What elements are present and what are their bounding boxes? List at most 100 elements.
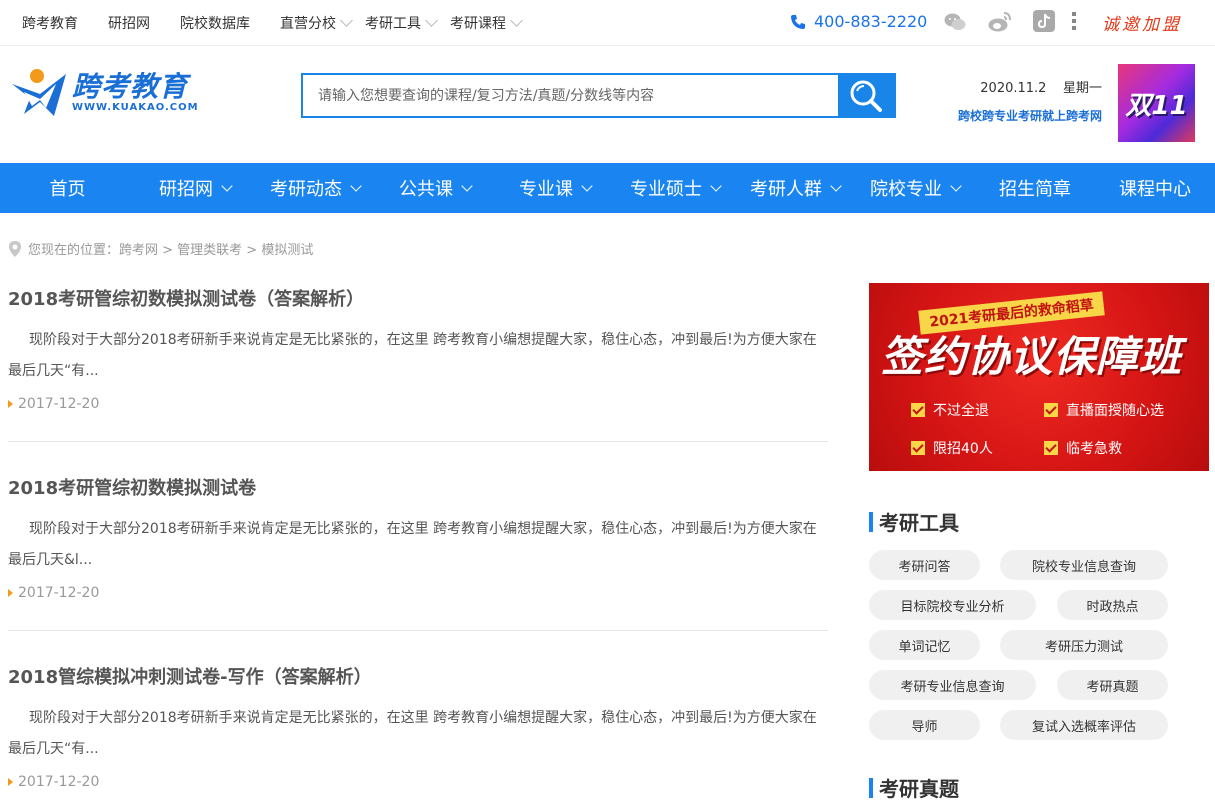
tool-tag[interactable]: 考研真题 <box>1057 670 1168 700</box>
tool-tag[interactable]: 导师 <box>869 710 980 740</box>
double11-promo-banner[interactable]: 双11 <box>1118 64 1195 142</box>
nav-admissions[interactable]: 招生简章 <box>975 163 1095 213</box>
kuakao-logo-icon <box>12 69 66 116</box>
top-nav-courses[interactable]: 考研课程 <box>450 13 523 33</box>
weibo-icon[interactable] <box>987 10 1013 34</box>
phone-contact[interactable]: 400-883-2220 <box>790 12 927 31</box>
banner-feature-text: 不过全退 <box>933 403 989 419</box>
nav-schools-label: 院校专业 <box>870 179 942 200</box>
article-summary: 现阶段对于大部分2018考研新手来说肯定是无比紧张的，在这里 跨考教育小编想提醒… <box>8 710 817 757</box>
chevron-down-icon <box>221 179 233 192</box>
article-title[interactable]: 2018考研管综初数模拟测试卷 <box>8 474 828 500</box>
divider <box>8 441 828 442</box>
zhenti-section-title: 考研真题 <box>869 773 959 802</box>
wechat-icon[interactable] <box>943 10 967 34</box>
tool-tag[interactable]: 考研压力测试 <box>1000 630 1168 660</box>
top-nav-courses-label: 考研课程 <box>450 16 506 32</box>
article-title[interactable]: 2018管综模拟冲刺测试卷-写作（答案解析） <box>8 663 828 689</box>
article-date-text: 2017-12-20 <box>18 396 100 412</box>
phone-icon <box>791 14 805 29</box>
article-title[interactable]: 2018考研管综初数模拟测试卷（答案解析） <box>8 285 828 311</box>
tool-tag[interactable]: 复试入选概率评估 <box>1000 710 1168 740</box>
article-summary: 现阶段对于大部分2018考研新手来说肯定是无比紧张的，在这里 跨考教育小编想提醒… <box>8 521 817 568</box>
chevron-down-icon <box>340 14 353 27</box>
checkbox-icon <box>1044 403 1058 417</box>
triangle-bullet-icon <box>8 778 13 786</box>
nav-admissions-label: 招生简章 <box>999 179 1071 200</box>
banner-feature: 直播面授随心选 <box>1044 400 1164 420</box>
date-value: 2020.11.2 <box>980 81 1047 96</box>
banner-headline: 签约协议保障班 <box>881 332 1183 381</box>
double11-promo-text: 双11 <box>1125 90 1188 121</box>
tools-title-text: 考研工具 <box>879 511 959 535</box>
banner-feature: 不过全退 <box>911 400 989 420</box>
date-box: 2020.11.2 星期一 跨校跨专业考研就上跨考网 <box>947 77 1102 124</box>
site-slogan: 跨校跨专业考研就上跨考网 <box>957 109 1102 123</box>
article-item: 2018管综模拟冲刺测试卷-写作（答案解析） 现阶段对于大部分2018考研新手来… <box>8 663 828 790</box>
douyin-icon[interactable] <box>1033 10 1055 32</box>
tool-tag[interactable]: 时政热点 <box>1057 590 1168 620</box>
nav-news[interactable]: 考研动态 <box>255 163 375 213</box>
chevron-down-icon <box>461 179 473 192</box>
search-icon <box>850 80 882 112</box>
chevron-down-icon <box>581 179 593 192</box>
nav-yanzhao[interactable]: 研招网 <box>135 163 255 213</box>
nav-course-center[interactable]: 课程中心 <box>1095 163 1215 213</box>
top-nav-tools[interactable]: 考研工具 <box>365 13 438 33</box>
nav-course-center-label: 课程中心 <box>1119 179 1191 200</box>
article-date-text: 2017-12-20 <box>18 585 100 601</box>
banner-feature-text: 限招40人 <box>933 441 993 457</box>
location-pin-icon <box>9 240 21 257</box>
tools-section-title: 考研工具 <box>869 507 959 536</box>
top-nav: 跨考教育 研招网 院校数据库 直营分校 考研工具 考研课程 <box>22 0 535 46</box>
nav-public-courses[interactable]: 公共课 <box>375 163 495 213</box>
search-button[interactable] <box>838 75 894 116</box>
nav-home[interactable]: 首页 <box>0 163 135 213</box>
main-nav: 首页 研招网 考研动态 公共课 专业课 专业硕士 考研人群 院校专业 招生简章 … <box>0 163 1215 213</box>
nav-major-courses[interactable]: 专业课 <box>495 163 615 213</box>
nav-home-label: 首页 <box>49 179 86 200</box>
triangle-bullet-icon <box>8 400 13 408</box>
logo-url: WWW.KUAKAO.COM <box>72 101 199 113</box>
nav-schools[interactable]: 院校专业 <box>855 163 975 213</box>
divider <box>8 630 828 631</box>
nav-news-label: 考研动态 <box>270 179 342 200</box>
title-accent-bar <box>869 777 873 798</box>
nav-groups[interactable]: 考研人群 <box>735 163 855 213</box>
triangle-bullet-icon <box>8 589 13 597</box>
chevron-down-icon <box>350 179 362 192</box>
top-nav-branches-label: 直营分校 <box>280 16 336 32</box>
top-nav-kuakao[interactable]: 跨考教育 <box>22 13 78 33</box>
top-nav-database[interactable]: 院校数据库 <box>180 13 250 33</box>
chevron-down-icon <box>425 14 438 27</box>
search-input[interactable] <box>303 75 838 116</box>
guarantee-class-banner[interactable]: 2021考研最后的救命稻草 签约协议保障班 不过全退 直播面授随心选 限招40人… <box>869 283 1209 471</box>
zhenti-title-text: 考研真题 <box>879 777 959 801</box>
chevron-down-icon <box>950 179 962 192</box>
nav-professional-master-label: 专业硕士 <box>630 179 702 200</box>
tool-tag[interactable]: 单词记忆 <box>869 630 980 660</box>
tool-tag[interactable]: 考研专业信息查询 <box>869 670 1036 700</box>
breadcrumb: 您现在的位置：跨考网 > 管理类联考 > 模拟测试 <box>8 239 313 258</box>
current-date: 2020.11.2 星期一 <box>947 77 1102 96</box>
breadcrumb-text[interactable]: 您现在的位置：跨考网 > 管理类联考 > 模拟测试 <box>28 239 313 258</box>
phone-number: 400-883-2220 <box>814 12 928 31</box>
banner-feature: 临考急救 <box>1044 438 1122 458</box>
site-logo[interactable]: 跨考教育 WWW.KUAKAO.COM <box>10 66 199 118</box>
article-date: 2017-12-20 <box>8 585 828 601</box>
tool-tag[interactable]: 考研问答 <box>869 550 980 580</box>
checkbox-icon <box>911 441 925 455</box>
tool-tag[interactable]: 目标院校专业分析 <box>869 590 1036 620</box>
top-nav-tools-label: 考研工具 <box>365 16 421 32</box>
nav-yanzhao-label: 研招网 <box>159 179 213 200</box>
more-vertical-icon[interactable] <box>1069 10 1079 32</box>
article-date-text: 2017-12-20 <box>18 774 100 790</box>
nav-professional-master[interactable]: 专业硕士 <box>615 163 735 213</box>
banner-feature: 限招40人 <box>911 438 993 458</box>
tool-tag[interactable]: 院校专业信息查询 <box>1000 550 1168 580</box>
join-link[interactable]: 诚邀加盟 <box>1102 10 1182 35</box>
top-nav-yanzhao[interactable]: 研招网 <box>108 13 150 33</box>
logo-title: 跨考教育 <box>72 69 189 103</box>
chevron-down-icon <box>830 179 842 192</box>
top-nav-branches[interactable]: 直营分校 <box>280 13 353 33</box>
